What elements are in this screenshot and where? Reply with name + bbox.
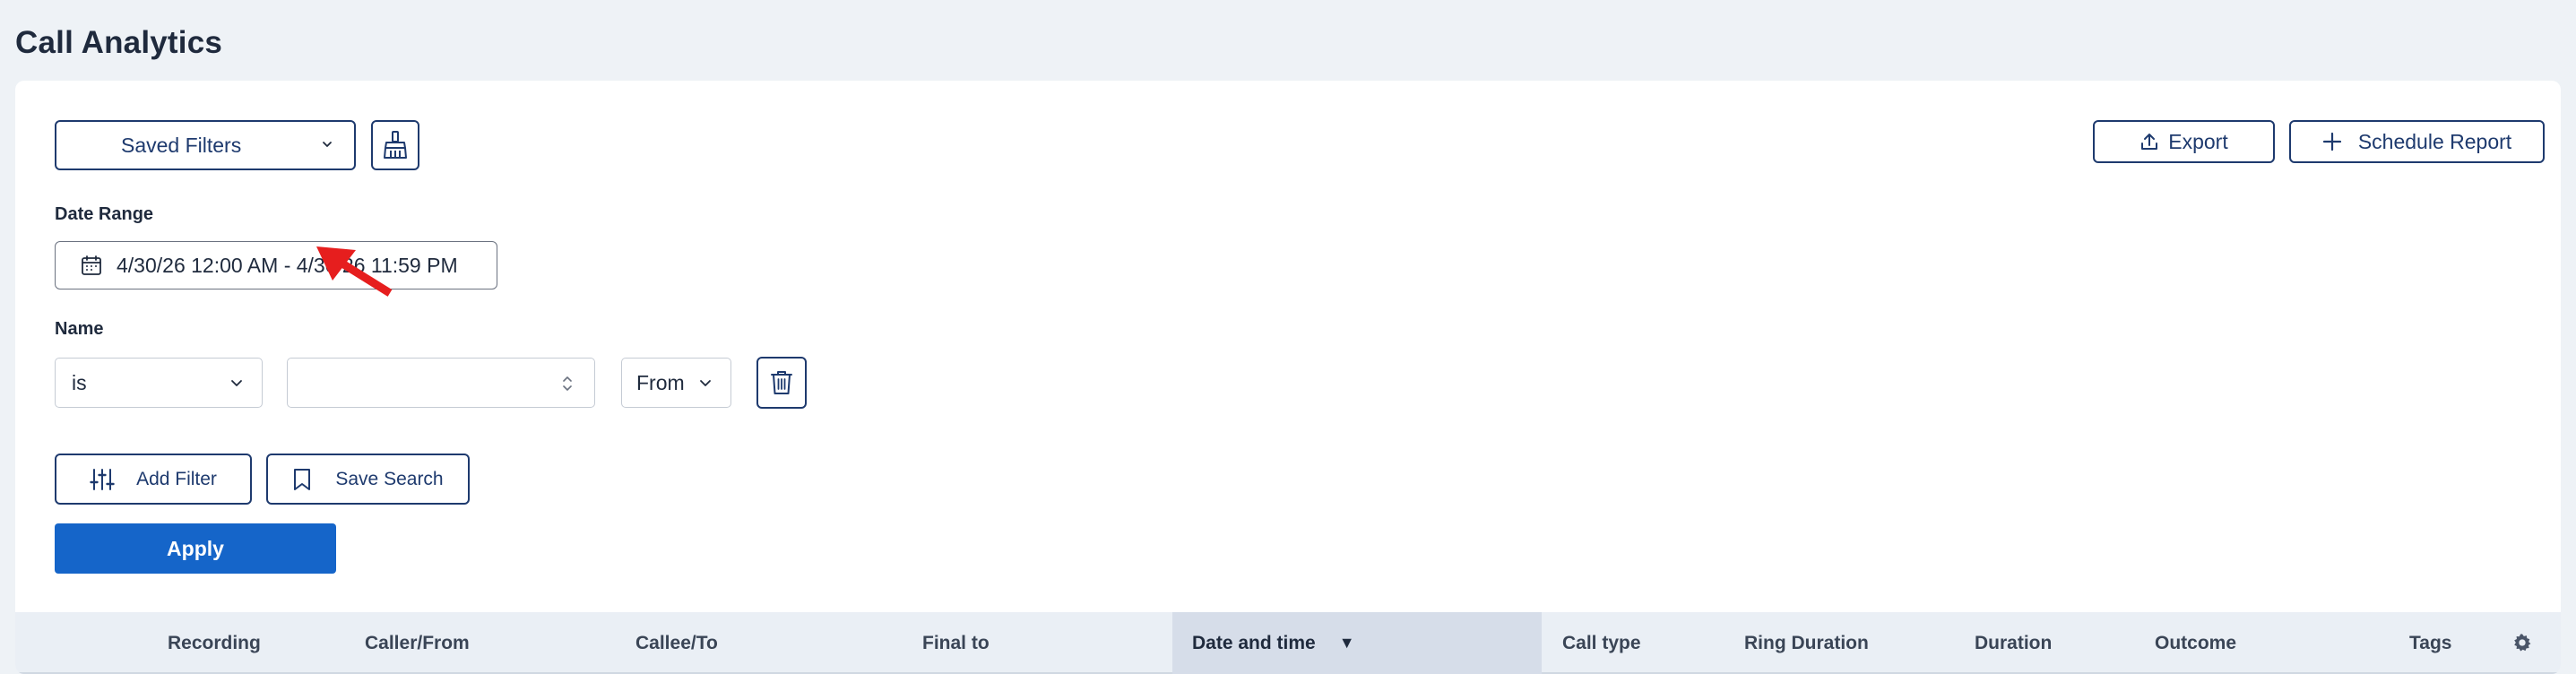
broom-icon xyxy=(384,131,407,159)
column-header-date-time[interactable]: Date and time ▼ xyxy=(1172,612,1542,674)
saved-filters-label: Saved Filters xyxy=(121,133,242,157)
column-header-callee[interactable]: Callee/To xyxy=(635,612,718,674)
delete-filter-button[interactable] xyxy=(756,357,807,409)
schedule-report-button[interactable]: Schedule Report xyxy=(2289,120,2545,163)
calendar-icon xyxy=(82,255,101,275)
chevron-down-icon xyxy=(231,380,242,386)
operator-value: is xyxy=(72,370,87,394)
page-title: Call Analytics xyxy=(15,25,223,60)
column-header-caller[interactable]: Caller/From xyxy=(365,612,470,674)
add-filter-label: Add Filter xyxy=(136,468,217,489)
upload-icon xyxy=(2141,134,2158,150)
direction-select[interactable]: From xyxy=(621,358,731,408)
trash-icon xyxy=(771,371,792,394)
column-header-date-time-label: Date and time xyxy=(1192,632,1316,653)
red-arrow-icon xyxy=(316,246,393,297)
date-range-label: Date Range xyxy=(55,204,154,224)
export-button[interactable]: Export xyxy=(2093,120,2275,163)
column-header-final-to[interactable]: Final to xyxy=(922,612,990,674)
clear-filters-button[interactable] xyxy=(371,120,419,170)
name-value-input[interactable] xyxy=(287,358,595,408)
column-header-ring-duration[interactable]: Ring Duration xyxy=(1744,612,1869,674)
column-header-call-type[interactable]: Call type xyxy=(1562,612,1641,674)
date-range-picker[interactable]: 4/30/26 12:00 AM - 4/30/26 11:59 PM xyxy=(55,241,497,289)
gear-icon[interactable] xyxy=(2512,633,2532,652)
saved-filters-dropdown[interactable]: Saved Filters xyxy=(55,120,356,170)
save-search-label: Save Search xyxy=(335,468,444,489)
save-search-button[interactable]: Save Search xyxy=(266,454,470,505)
bookmark-icon xyxy=(294,468,311,490)
export-label: Export xyxy=(2168,129,2228,153)
chevron-down-icon xyxy=(323,142,332,147)
apply-button[interactable]: Apply xyxy=(55,523,336,574)
schedule-report-label: Schedule Report xyxy=(2357,129,2512,153)
sort-descending-icon: ▼ xyxy=(1338,634,1355,652)
spinner-arrows-icon[interactable] xyxy=(560,371,575,396)
plus-icon xyxy=(2322,132,2341,151)
table-header: Recording Caller/From Callee/To Final to… xyxy=(15,612,2561,674)
operator-select[interactable]: is xyxy=(55,358,263,408)
sliders-icon xyxy=(90,468,115,490)
add-filter-button[interactable]: Add Filter xyxy=(55,454,252,505)
name-filter-label: Name xyxy=(55,319,104,339)
direction-value: From xyxy=(636,370,685,394)
column-header-outcome[interactable]: Outcome xyxy=(2155,612,2236,674)
column-header-tags[interactable]: Tags xyxy=(2409,612,2451,674)
column-header-recording[interactable]: Recording xyxy=(168,612,261,674)
filter-card: Saved Filters Export Schedule Report Dat… xyxy=(15,81,2561,674)
chevron-down-icon xyxy=(700,380,711,386)
column-header-duration[interactable]: Duration xyxy=(1975,612,2052,674)
